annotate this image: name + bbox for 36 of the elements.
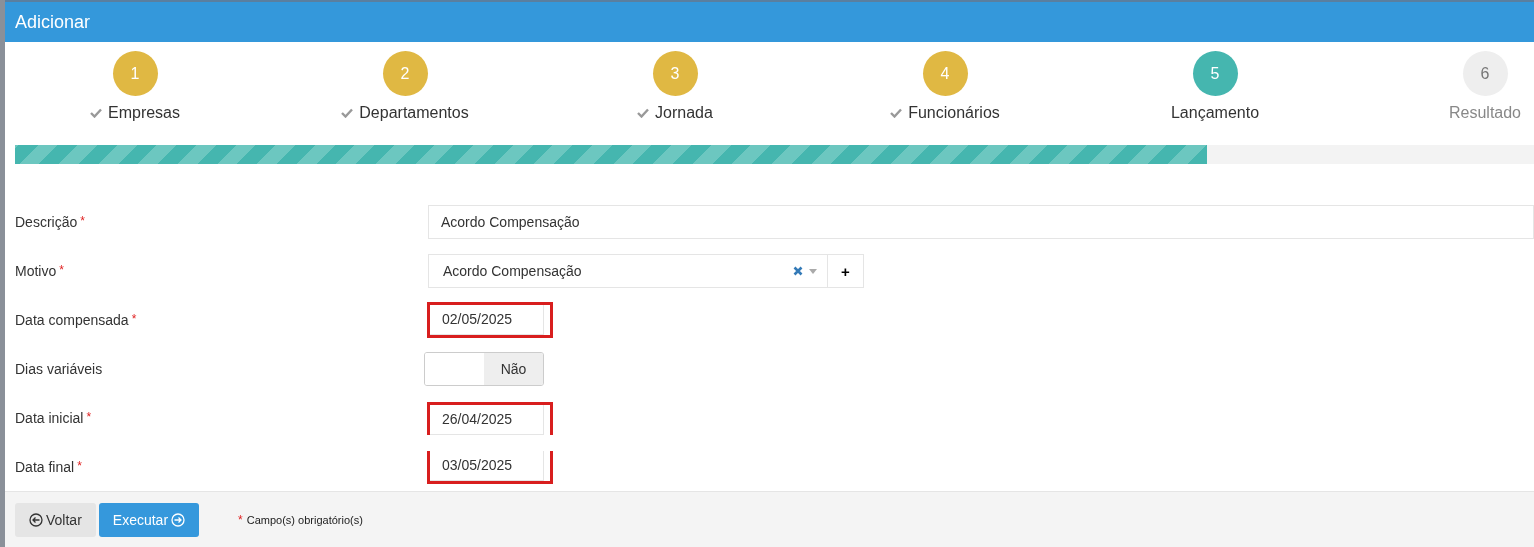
text-field[interactable]: Acordo Compensação xyxy=(428,205,1534,239)
required-mark: * xyxy=(77,459,82,475)
step-number[interactable]: 6 xyxy=(1462,51,1508,96)
required-mark: * xyxy=(86,410,92,426)
arrow-right-icon xyxy=(171,512,186,527)
check-icon xyxy=(637,108,650,118)
field-label: Descrição xyxy=(15,214,78,230)
step-label: Funcionários xyxy=(908,104,1000,122)
check-icon xyxy=(341,108,354,118)
required-mark: * xyxy=(238,512,243,527)
check-icon xyxy=(890,108,903,118)
required-mark: * xyxy=(131,312,137,328)
window-title: Adicionar xyxy=(15,11,91,33)
field-label: Data compensada xyxy=(15,312,129,328)
step-label: Departamentos xyxy=(359,104,469,122)
field-label: Data final xyxy=(15,459,75,475)
toggle-switch[interactable]: Não xyxy=(424,352,544,386)
required-mark: * xyxy=(80,214,85,230)
field-label: Dias variáveis xyxy=(15,361,103,377)
toggle-label: Não xyxy=(484,353,543,385)
check-icon xyxy=(90,108,102,118)
field-label: Data inicial xyxy=(15,410,84,426)
select-field[interactable]: Acordo Compensação xyxy=(428,254,828,288)
clear-icon xyxy=(793,266,803,276)
field-label: Motivo xyxy=(15,263,57,279)
step-label: Empresas xyxy=(108,104,180,122)
caret-icon xyxy=(809,268,817,274)
add-button[interactable]: + xyxy=(828,254,864,288)
step-label: Jornada xyxy=(655,104,713,122)
required-mark: * xyxy=(59,263,64,279)
arrow-left-icon xyxy=(29,512,43,527)
back-button[interactable]: Voltar xyxy=(15,502,96,537)
step-label: Resultado xyxy=(1448,104,1521,122)
select-value: Acordo Compensação xyxy=(443,263,583,279)
step-label: Lançamento xyxy=(1170,104,1260,122)
required-note: Campo(s) obrigatório(s) xyxy=(246,513,363,526)
